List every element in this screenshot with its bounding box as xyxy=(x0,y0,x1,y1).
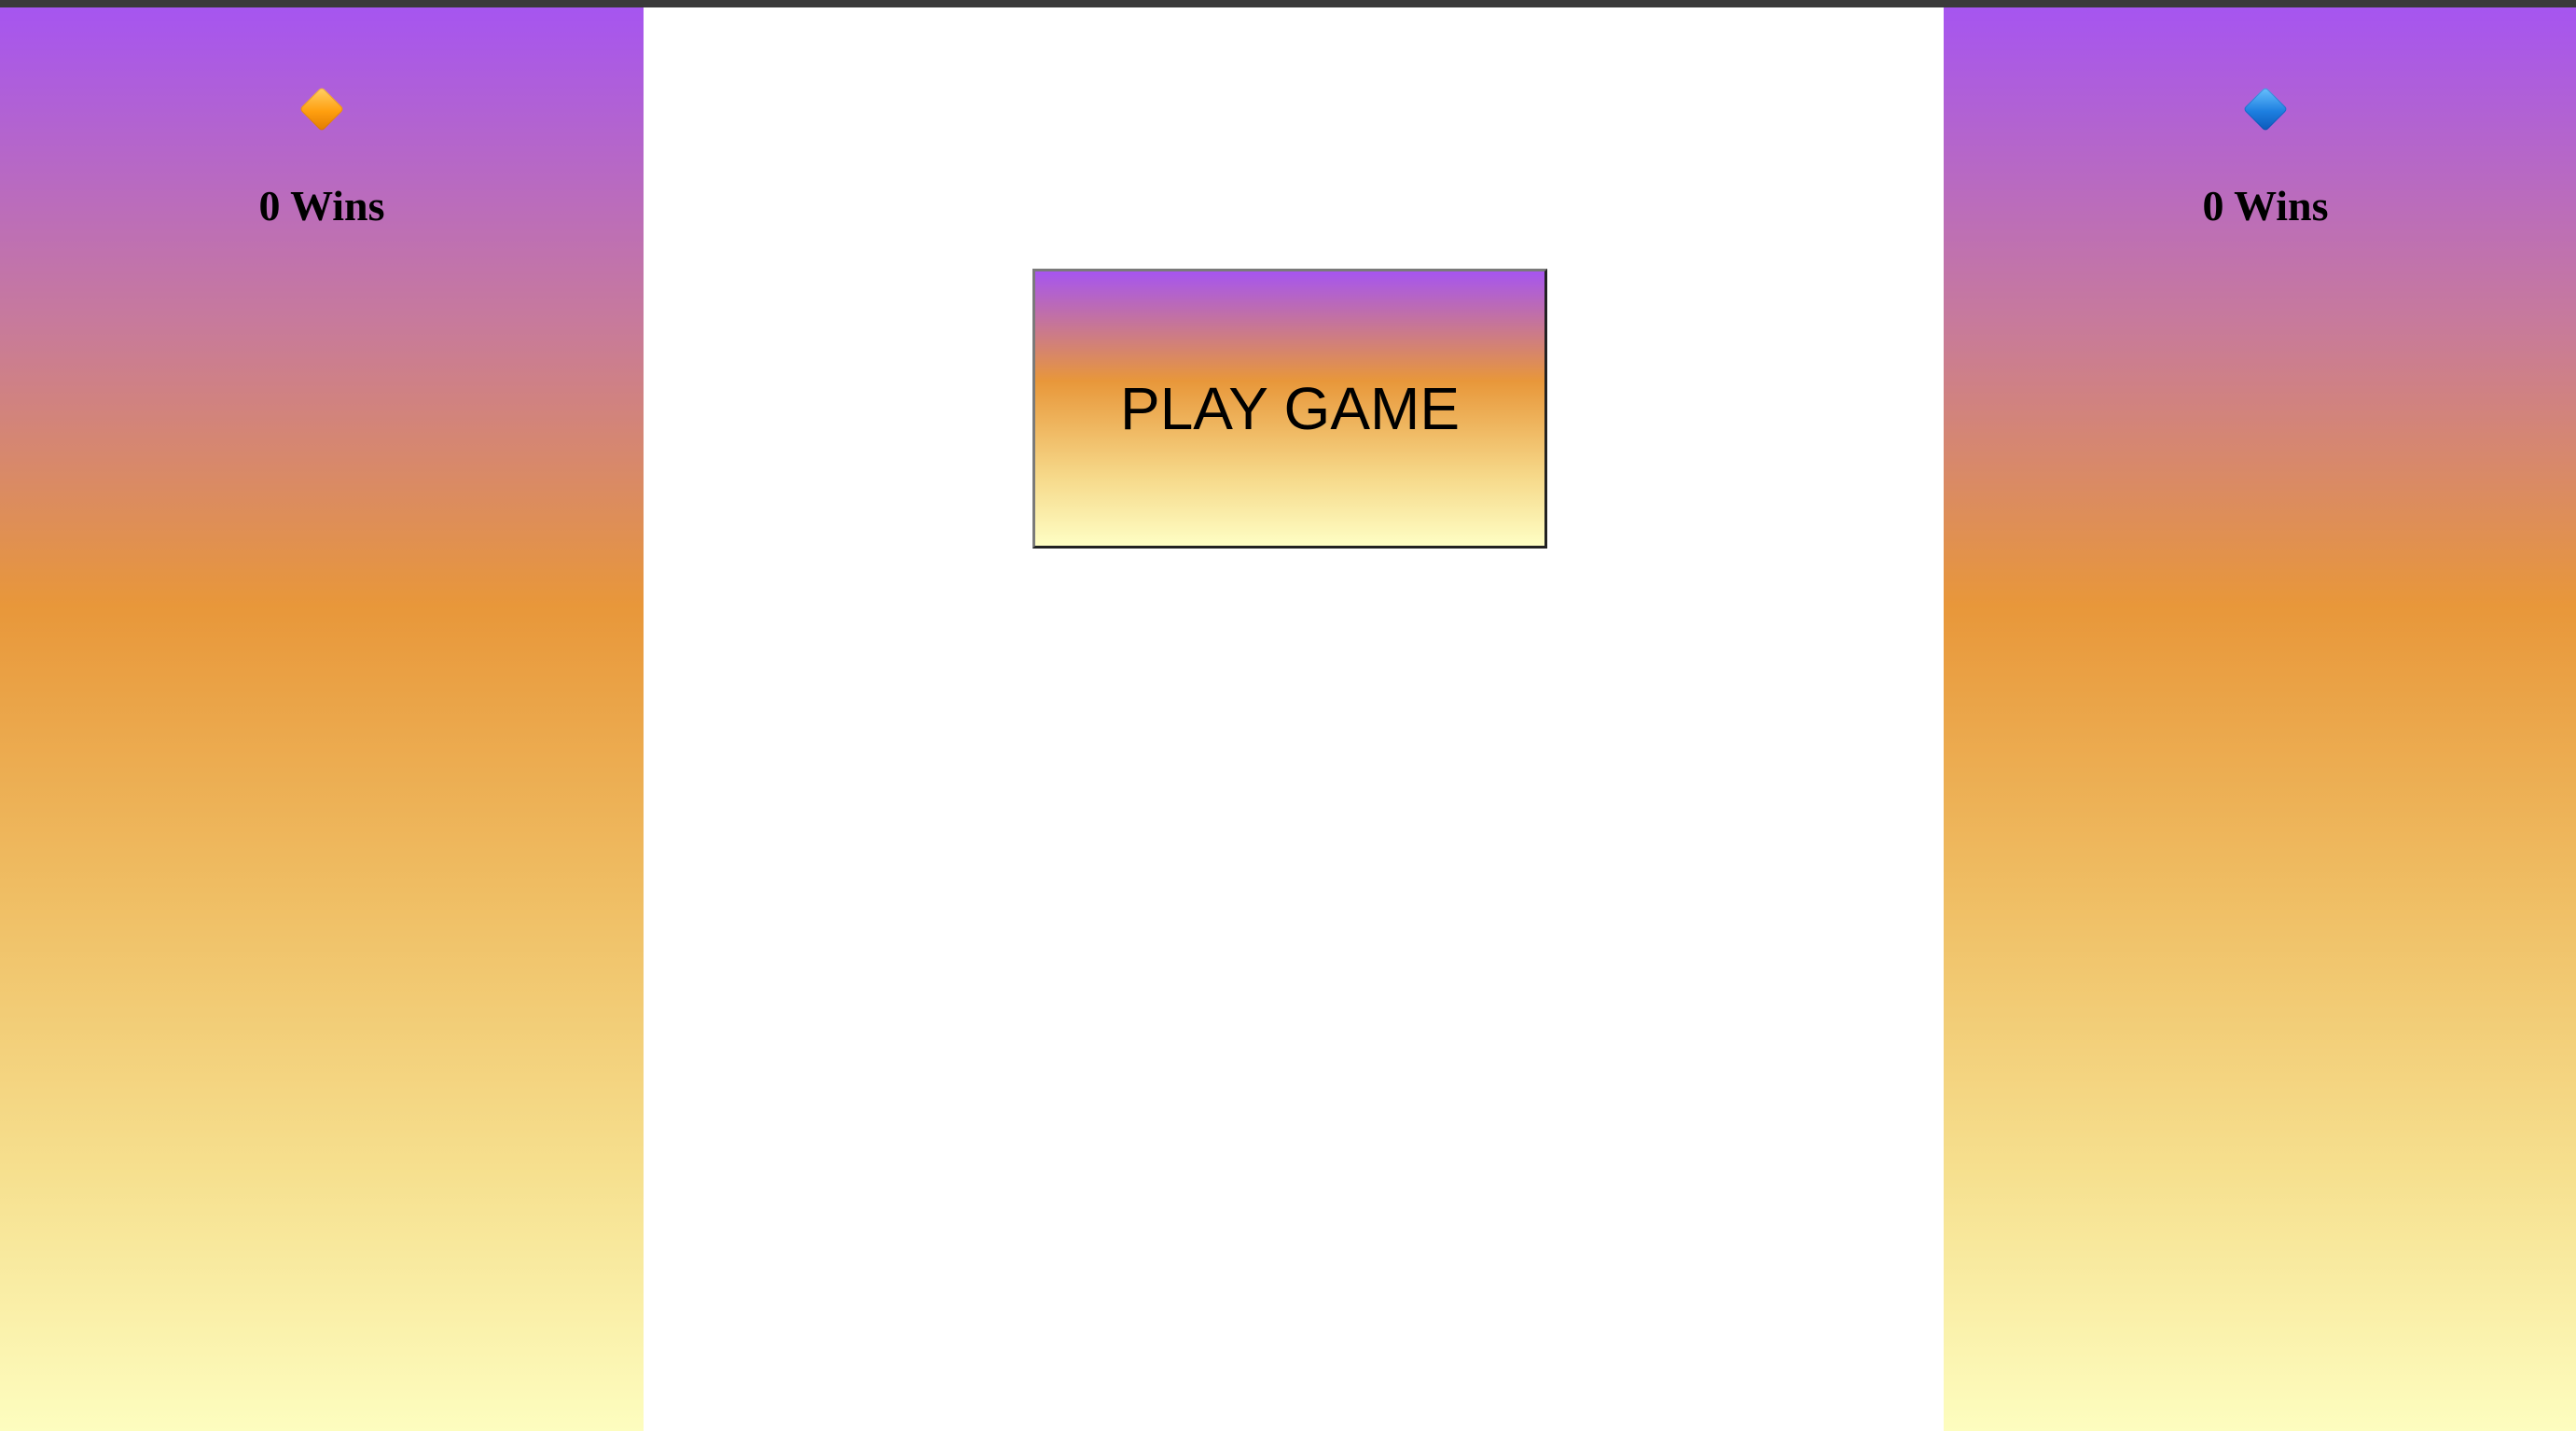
left-player-panel: 0 Wins xyxy=(0,7,644,1431)
blue-diamond-icon xyxy=(2242,86,2289,132)
play-game-button[interactable]: PLAY GAME xyxy=(1032,269,1547,549)
game-area: PLAY GAME xyxy=(644,7,1944,1431)
right-player-panel: 0 Wins xyxy=(1944,7,2576,1431)
right-player-wins: 0 Wins xyxy=(2202,182,2329,229)
left-player-wins: 0 Wins xyxy=(258,182,385,229)
window-top-bar xyxy=(0,0,2576,7)
game-page: 0 Wins PLAY GAME 0 Wins xyxy=(0,7,2576,1431)
orange-diamond-icon xyxy=(298,86,345,132)
